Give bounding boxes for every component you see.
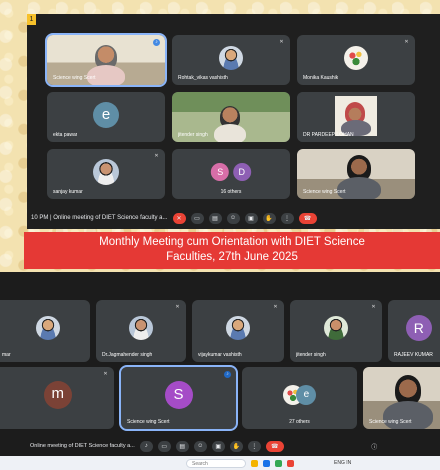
letter-avatar: S (164, 380, 193, 409)
mic-off-icon: ✕ (154, 153, 159, 159)
avatar (324, 315, 348, 340)
mic-off-icon: ✕ (279, 39, 284, 45)
mic-button[interactable]: ♪ (139, 440, 153, 452)
participant-name: Science wing Scert (369, 419, 412, 425)
participant-tile[interactable]: ✕ Dr.Jagmahender singh (96, 300, 186, 362)
browser-icon[interactable] (263, 459, 270, 467)
bottom-meet-screenshot: mar ✕ Dr.Jagmahender singh ✕ vijaykumar … (0, 272, 440, 470)
participant-tile[interactable]: mar (0, 300, 90, 362)
emoji-button[interactable]: ☺ (193, 440, 207, 452)
participant-tile[interactable]: DR PARDEEP LOHAN (297, 92, 415, 142)
emoji-button[interactable]: ☺ (226, 212, 240, 224)
more-options-icon[interactable]: ⋮ (280, 212, 294, 224)
captions-button[interactable]: ▤ (175, 440, 189, 452)
participant-name: Monika Kaushik (303, 75, 339, 81)
raise-hand-button[interactable]: ✋ (262, 212, 276, 224)
avatar (129, 315, 153, 340)
raise-hand-button[interactable]: ✋ (229, 440, 243, 452)
app-icon[interactable] (287, 459, 294, 467)
participant-name: Science wing Scert (53, 75, 96, 81)
participant-tile[interactable]: e ekta pawar (47, 92, 165, 142)
participant-tile[interactable]: ✕ vijaykumar vashisth (192, 300, 284, 362)
mic-off-icon: ✕ (175, 304, 180, 310)
participant-tile[interactable]: S ♪ Science wing Scert (119, 365, 238, 431)
captions-button[interactable]: ▤ (208, 212, 222, 224)
participant-name: RAJEEV KUMAR (394, 352, 433, 358)
avatar (93, 158, 119, 185)
letter-avatar: e (93, 101, 119, 128)
camera-button[interactable]: ▭ (157, 440, 171, 452)
windows-taskbar: Search ENG IN (0, 456, 440, 470)
top-meet-screenshot: ♪ Science wing Scert ✕ Rohtak_vikas vash… (27, 14, 440, 229)
participant-name: vijaykumar vashisth (198, 352, 242, 358)
participant-name: sanjay kumar (53, 189, 83, 195)
participant-tile[interactable]: e 27 others (242, 367, 357, 429)
participant-tile[interactable]: ✕ Monika Kaushik (297, 35, 415, 85)
letter-avatar: D (232, 162, 251, 181)
meeting-title: 10 PM | Online meeting of DIET Science f… (31, 215, 168, 221)
camera-button[interactable]: ▭ (190, 212, 204, 224)
participant-tile[interactable]: ✕ Rohtak_vikas vashisth (172, 35, 290, 85)
participant-body (337, 177, 381, 199)
speaking-indicator-icon: ♪ (153, 39, 160, 46)
avatar (219, 45, 243, 70)
meeting-toolbar: Online meeting of DIET Science faculty a… (0, 437, 440, 455)
banner-line-1: Monthly Meeting cum Orientation with DIE… (99, 236, 365, 248)
avatar (344, 45, 368, 70)
participant-tile[interactable]: R RAJEEV KUMAR (388, 300, 440, 362)
end-call-button[interactable]: ☎ (265, 440, 284, 452)
participant-name: Dr.Jagmahender singh (102, 352, 153, 358)
mic-off-icon: ✕ (103, 371, 108, 377)
letter-avatar: S (211, 162, 230, 181)
info-icon[interactable]: ⓘ (368, 441, 381, 452)
participant-name: Science wing Scert (127, 419, 170, 425)
file-explorer-icon[interactable] (251, 459, 258, 467)
participant-name: Rohtak_vikas vashisth (178, 75, 228, 81)
participant-name: ekta pawar (53, 132, 78, 138)
tray-language: ENG IN (334, 460, 352, 466)
letter-avatar: m (43, 380, 72, 409)
mic-button[interactable]: ✕ (172, 212, 186, 224)
participant-tile[interactable]: m ✕ (0, 367, 114, 429)
participant-tile[interactable]: ♪ Science wing Scert (45, 33, 167, 87)
participant-body (214, 124, 246, 142)
participant-name: jitender singh (178, 132, 208, 138)
participant-tile[interactable]: S D 16 others (172, 149, 290, 199)
participant-tile[interactable]: ✕ jitender singh (290, 300, 382, 362)
participant-tile[interactable]: Science wing Scert (363, 367, 440, 429)
participant-tile[interactable]: ✕ sanjay kumar (47, 149, 165, 199)
end-call-button[interactable]: ☎ (298, 212, 317, 224)
participant-name: jitender singh (296, 352, 326, 358)
event-banner: Monthly Meeting cum Orientation with DIE… (24, 232, 440, 269)
avatar (36, 315, 61, 340)
mic-off-icon: ✕ (404, 39, 409, 45)
taskbar-search[interactable]: Search (186, 458, 246, 468)
participant-tile[interactable]: jitender singh (172, 92, 290, 142)
speaking-indicator-icon: ♪ (224, 371, 231, 378)
present-button[interactable]: ▣ (244, 212, 258, 224)
page-badge: 1 (27, 14, 36, 25)
others-count: 27 others (289, 419, 310, 425)
letter-avatar: R (405, 314, 432, 341)
meet-icon[interactable] (275, 459, 282, 467)
mic-off-icon: ✕ (371, 304, 376, 310)
meeting-title: Online meeting of DIET Science faculty a… (30, 443, 135, 449)
mic-off-icon: ✕ (273, 304, 278, 310)
present-button[interactable]: ▣ (211, 440, 225, 452)
participant-name: mar (2, 352, 11, 358)
others-count: 16 others (220, 189, 242, 195)
meeting-toolbar: 10 PM | Online meeting of DIET Science f… (27, 209, 440, 227)
more-options-icon[interactable]: ⋮ (247, 440, 261, 452)
avatar (226, 315, 250, 340)
participant-name: DR PARDEEP LOHAN (303, 132, 354, 138)
banner-line-2: Faculties, 27th June 2025 (166, 251, 298, 263)
participant-tile[interactable]: Science wing Scert (297, 149, 415, 199)
letter-avatar: e (296, 384, 317, 405)
participant-name: Science wing Scert (303, 189, 346, 195)
